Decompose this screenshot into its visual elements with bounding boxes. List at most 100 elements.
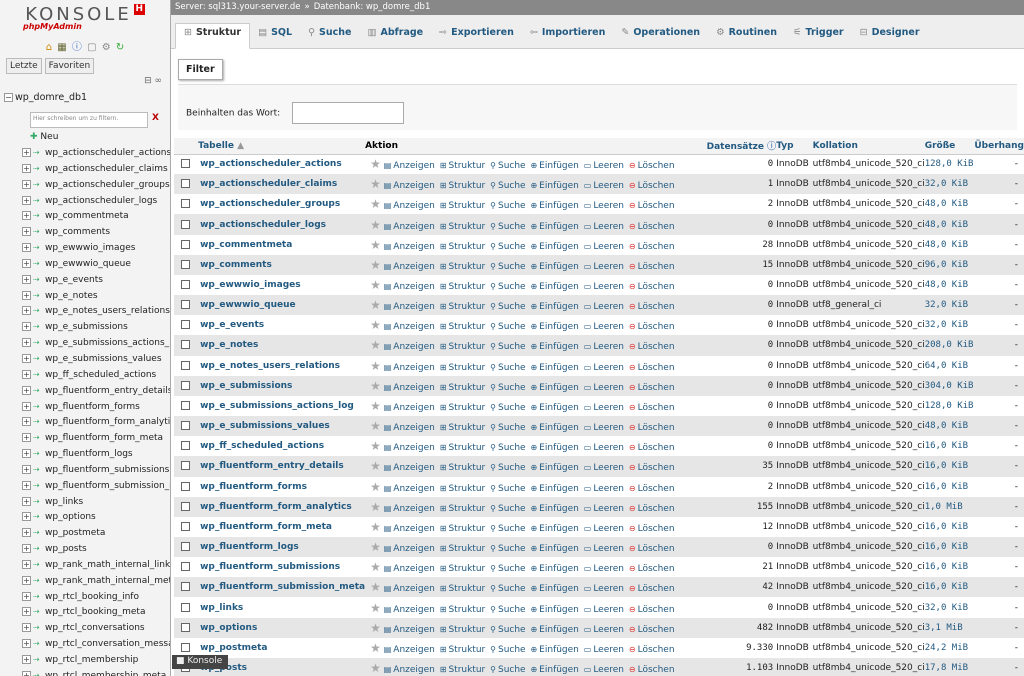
expand-icon[interactable]: +	[22, 195, 31, 205]
action-label[interactable]: Anzeigen	[393, 645, 435, 655]
action-leeren[interactable]: ▭ Leeren	[584, 584, 624, 594]
action-label[interactable]: Löschen	[638, 504, 675, 514]
favorite-star-icon[interactable]: ★	[365, 621, 381, 635]
action-label[interactable]: Struktur	[448, 484, 485, 494]
favorite-star-icon[interactable]: ★	[365, 197, 381, 211]
row-checkbox[interactable]	[181, 642, 190, 652]
action-label[interactable]: Suche	[498, 222, 526, 232]
action-label[interactable]: Anzeigen	[393, 443, 435, 453]
table-name-link[interactable]: wp_actionscheduler_groups	[192, 194, 366, 215]
row-checkbox[interactable]	[181, 421, 190, 431]
table-size[interactable]: 16,0 KiB	[924, 516, 975, 537]
action-suche[interactable]: ⚲ Suche	[490, 645, 525, 655]
action-label[interactable]: Löschen	[638, 605, 675, 615]
action-label[interactable]: Leeren	[593, 625, 624, 635]
action-label[interactable]: Leeren	[593, 262, 624, 272]
expand-icon[interactable]: +	[22, 163, 31, 173]
action-label[interactable]: Suche	[498, 161, 526, 171]
favorite-star-icon[interactable]: ★	[365, 177, 381, 191]
sidebar-item-label[interactable]: wp_rtcl_membership	[45, 655, 138, 665]
action-label[interactable]: Anzeigen	[393, 403, 435, 413]
action-label[interactable]: Löschen	[638, 201, 675, 211]
action-suche[interactable]: ⚲ Suche	[490, 282, 525, 292]
table-size[interactable]: 24,2 MiB	[924, 637, 975, 658]
action-löschen[interactable]: ⊖ Löschen	[629, 201, 675, 211]
action-löschen[interactable]: ⊖ Löschen	[629, 181, 675, 191]
favorite-star-icon[interactable]: ★	[365, 459, 381, 473]
action-label[interactable]: Anzeigen	[393, 564, 435, 574]
action-einfügen[interactable]: ⊕ Einfügen	[530, 584, 578, 594]
action-suche[interactable]: ⚲ Suche	[490, 222, 525, 232]
row-checkbox[interactable]	[181, 239, 190, 249]
action-label[interactable]: Leeren	[593, 383, 624, 393]
action-einfügen[interactable]: ⊕ Einfügen	[530, 645, 578, 655]
action-leeren[interactable]: ▭ Leeren	[584, 524, 624, 534]
expand-icon[interactable]: +	[22, 227, 31, 237]
action-struktur[interactable]: ⊞ Struktur	[440, 222, 486, 232]
action-anzeigen[interactable]: ▤ Anzeigen	[384, 383, 435, 393]
action-löschen[interactable]: ⊖ Löschen	[629, 282, 675, 292]
action-löschen[interactable]: ⊖ Löschen	[629, 564, 675, 574]
action-label[interactable]: Suche	[498, 504, 526, 514]
action-label[interactable]: Löschen	[638, 423, 675, 433]
action-label[interactable]: Löschen	[638, 363, 675, 373]
sidebar-item-table[interactable]: + ⇢ wp_posts	[0, 542, 170, 558]
expand-icon[interactable]: +	[22, 417, 31, 427]
action-suche[interactable]: ⚲ Suche	[490, 443, 525, 453]
sidebar-item-table[interactable]: + ⇢ wp_commentmeta	[0, 209, 170, 225]
sidebar-item-table[interactable]: + ⇢ wp_fluentform_form_meta	[0, 431, 170, 447]
action-löschen[interactable]: ⊖ Löschen	[629, 625, 675, 635]
sidebar-item-label[interactable]: wp_e_submissions_actions_l	[45, 338, 170, 348]
favorite-star-icon[interactable]: ★	[365, 238, 381, 252]
tab-abfrage[interactable]: ▥ Abfrage	[360, 24, 432, 50]
action-löschen[interactable]: ⊖ Löschen	[629, 645, 675, 655]
action-label[interactable]: Anzeigen	[393, 463, 435, 473]
action-label[interactable]: Leeren	[593, 403, 624, 413]
action-label[interactable]: Leeren	[593, 423, 624, 433]
action-einfügen[interactable]: ⊕ Einfügen	[530, 665, 578, 675]
action-einfügen[interactable]: ⊕ Einfügen	[530, 363, 578, 373]
action-leeren[interactable]: ▭ Leeren	[584, 201, 624, 211]
sidebar-item-table[interactable]: + ⇢ wp_rank_math_internal_links	[0, 558, 170, 574]
action-leeren[interactable]: ▭ Leeren	[584, 625, 624, 635]
action-label[interactable]: Suche	[498, 302, 526, 312]
action-label[interactable]: Einfügen	[539, 645, 579, 655]
action-label[interactable]: Leeren	[593, 665, 624, 675]
row-checkbox[interactable]	[181, 300, 190, 310]
action-leeren[interactable]: ▭ Leeren	[584, 342, 624, 352]
tab-operationen[interactable]: ✎ Operationen	[613, 24, 708, 50]
action-suche[interactable]: ⚲ Suche	[490, 383, 525, 393]
sidebar-item-table[interactable]: + ⇢ wp_e_submissions_actions_l	[0, 336, 170, 352]
action-label[interactable]: Löschen	[638, 645, 675, 655]
action-leeren[interactable]: ▭ Leeren	[584, 564, 624, 574]
action-leeren[interactable]: ▭ Leeren	[584, 544, 624, 554]
row-checkbox[interactable]	[181, 582, 190, 592]
row-checkbox[interactable]	[181, 320, 190, 330]
tab-trigger[interactable]: ⚟ Trigger	[785, 24, 852, 50]
action-label[interactable]: Leeren	[593, 282, 624, 292]
action-struktur[interactable]: ⊞ Struktur	[440, 282, 486, 292]
table-name-link[interactable]: wp_ewwwio_queue	[192, 295, 366, 316]
action-struktur[interactable]: ⊞ Struktur	[440, 564, 486, 574]
action-label[interactable]: Struktur	[448, 403, 485, 413]
action-einfügen[interactable]: ⊕ Einfügen	[530, 484, 578, 494]
action-label[interactable]: Struktur	[448, 262, 485, 272]
sidebar-item-label[interactable]: wp_fluentform_form_meta	[45, 433, 163, 443]
action-label[interactable]: Suche	[498, 201, 526, 211]
action-label[interactable]: Einfügen	[539, 564, 579, 574]
action-leeren[interactable]: ▭ Leeren	[584, 383, 624, 393]
sidebar-item-table[interactable]: + ⇢ wp_rtcl_conversations	[0, 621, 170, 637]
action-label[interactable]: Anzeigen	[393, 544, 435, 554]
table-size[interactable]: 16,0 KiB	[924, 577, 975, 598]
collapse-all-icon[interactable]: ⊟	[144, 76, 152, 86]
table-name-link[interactable]: wp_fluentform_logs	[192, 536, 366, 558]
row-checkbox[interactable]	[181, 501, 190, 511]
sidebar-item-label[interactable]: wp_rank_math_internal_meta	[45, 576, 170, 586]
expand-icon[interactable]: +	[22, 243, 31, 253]
action-label[interactable]: Leeren	[593, 504, 624, 514]
table-size[interactable]: 48,0 KiB	[924, 274, 975, 296]
tree-filter-input[interactable]: Hier schreiben um zu filtern.	[30, 112, 148, 128]
table-name-link[interactable]: wp_comments	[192, 254, 366, 275]
action-label[interactable]: Anzeigen	[393, 504, 435, 514]
table-name-link[interactable]: wp_e_submissions_values	[192, 416, 366, 437]
